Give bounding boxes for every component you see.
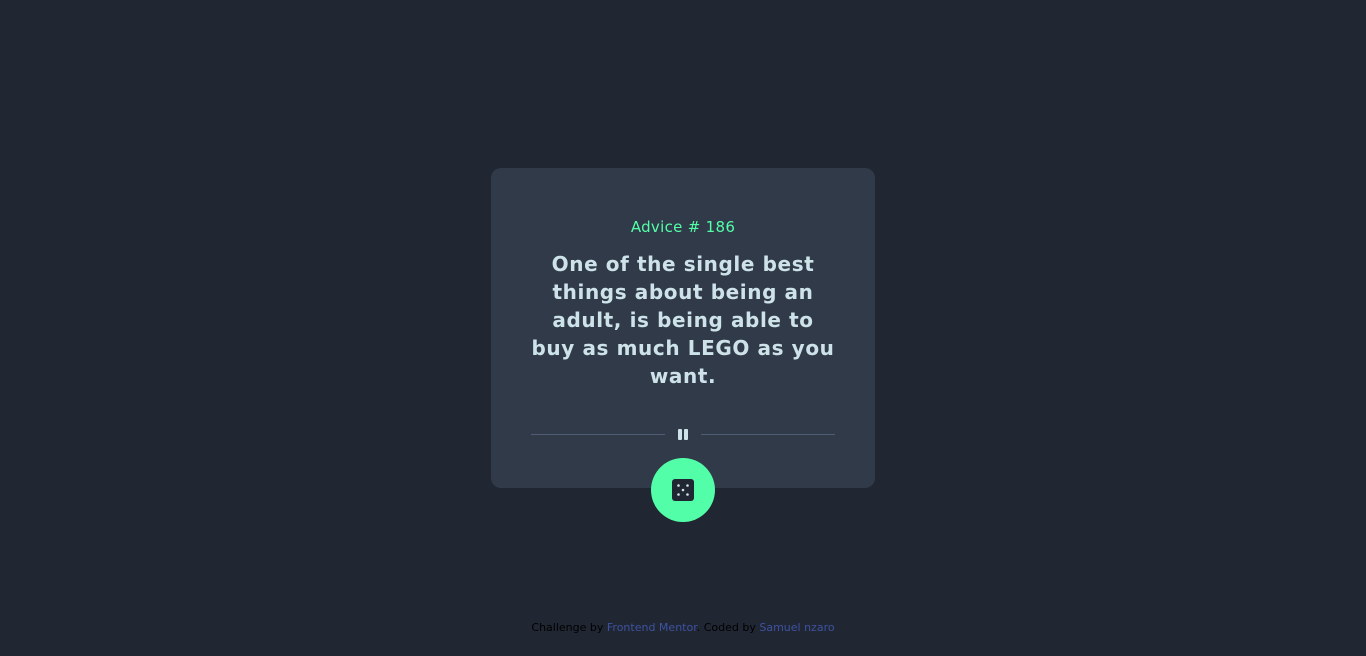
- attribution-challenge-prefix: Challenge by: [531, 621, 604, 634]
- frontend-mentor-link[interactable]: Frontend Mentor: [607, 621, 697, 634]
- advice-card: Advice # 186 One of the single best thin…: [491, 168, 875, 488]
- advice-id-label: Advice # 186: [630, 218, 736, 236]
- attribution-separator: .: [696, 621, 701, 634]
- generate-advice-button[interactable]: [651, 458, 715, 522]
- advice-text: One of the single best things about bein…: [531, 252, 835, 388]
- divider: [531, 428, 835, 442]
- divider-line-left: [531, 434, 665, 435]
- divider-line-right: [701, 434, 835, 435]
- dice-icon: [672, 479, 694, 501]
- attribution-coded-prefix: Coded by: [703, 621, 756, 634]
- pause-icon: [676, 429, 690, 440]
- attribution: Challenge by Frontend Mentor. Coded by S…: [0, 621, 1366, 634]
- author-link[interactable]: Samuel nzaro: [759, 621, 834, 634]
